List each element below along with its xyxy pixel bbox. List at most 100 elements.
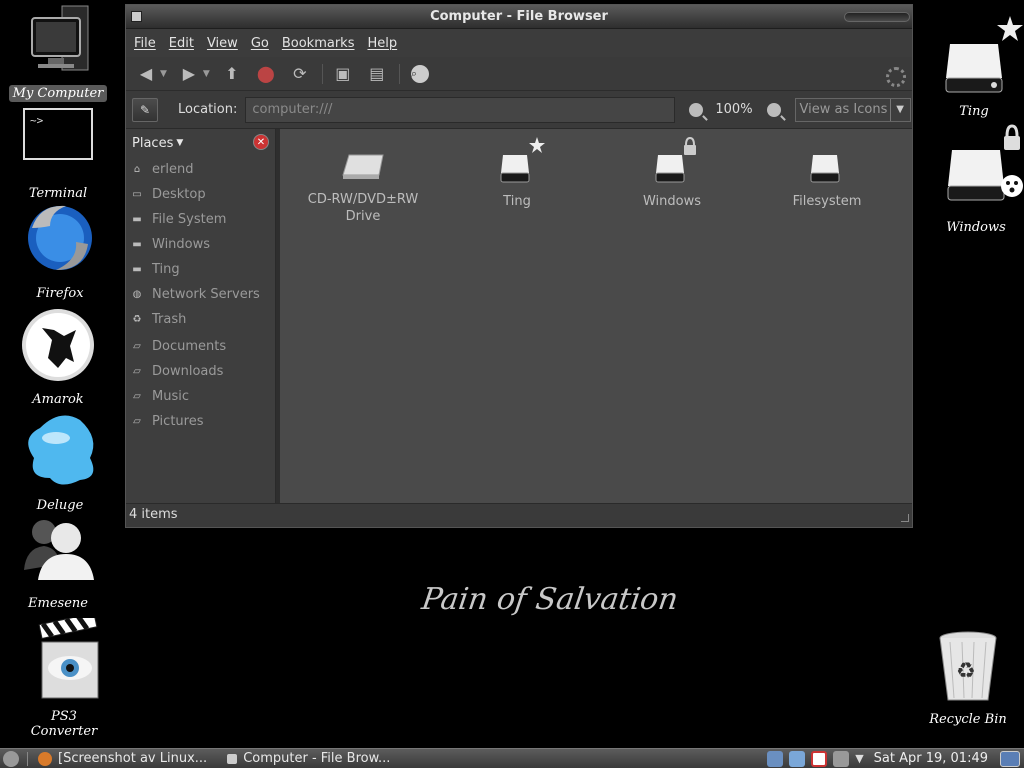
status-text: 4 items bbox=[129, 507, 178, 522]
toolbar-separator bbox=[321, 63, 323, 84]
sidebar-item-label: Trash bbox=[152, 312, 187, 327]
file-item-windows[interactable]: Windows bbox=[607, 137, 737, 210]
menu-go[interactable]: Go bbox=[251, 36, 269, 51]
file-label: CD-RW/DVD±RW Drive bbox=[307, 192, 419, 224]
computer-icon: ▤ bbox=[369, 64, 385, 83]
desktop-label: Deluge bbox=[36, 498, 84, 513]
volume-icon[interactable]: ▼ bbox=[855, 752, 863, 765]
desktop-icon-recycle-bin[interactable]: ♻ Recycle Bin bbox=[918, 628, 1018, 728]
desktop-icon-terminal[interactable]: ~> Terminal bbox=[8, 106, 108, 202]
location-input[interactable]: computer:/// bbox=[245, 96, 676, 123]
menu-bookmarks[interactable]: Bookmarks bbox=[282, 36, 355, 51]
toolbar: ◀ ▼ ▶ ▼ ⬆ ⬤ ⟳ ▣ ▤ ⌕ bbox=[126, 57, 912, 91]
stop-icon: ⬤ bbox=[256, 64, 275, 83]
sidebar-item-windows[interactable]: ▬ Windows bbox=[126, 232, 275, 257]
menubar: File Edit View Go Bookmarks Help bbox=[126, 29, 912, 57]
menu-view[interactable]: View bbox=[207, 36, 238, 51]
svg-text:~>: ~> bbox=[30, 114, 44, 127]
reload-button[interactable]: ⟳ bbox=[288, 62, 312, 86]
desktop-icon-deluge[interactable]: Deluge bbox=[10, 408, 110, 514]
sidebar-item-file-system[interactable]: ▬ File System bbox=[126, 207, 275, 232]
mail-icon[interactable] bbox=[811, 750, 828, 767]
sidebar-item-network-servers[interactable]: ◍ Network Servers bbox=[126, 282, 275, 307]
drive-icon: ▬ bbox=[132, 239, 142, 250]
sidebar-item-erlend[interactable]: ⌂ erlend bbox=[126, 157, 275, 182]
zoom-out-icon[interactable] bbox=[689, 102, 704, 117]
desktop-icon-amarok[interactable]: Amarok bbox=[8, 306, 108, 408]
close-sidebar-icon[interactable]: ✕ bbox=[253, 134, 269, 150]
search-button[interactable]: ⌕ bbox=[408, 62, 432, 86]
menu-edit[interactable]: Edit bbox=[169, 36, 194, 51]
file-label: Windows bbox=[642, 194, 702, 209]
taskbar-item-file-browser[interactable]: Computer - File Brow... bbox=[223, 750, 394, 768]
desktop-icon-firefox[interactable]: Firefox bbox=[10, 198, 110, 302]
sidebar-item-pictures[interactable]: ▱ Pictures bbox=[126, 409, 275, 434]
desktop-icon-emesene[interactable]: Emesene bbox=[8, 514, 108, 612]
location-toggle-button[interactable]: ✎ bbox=[132, 97, 158, 122]
window-title: Computer - File Browser bbox=[430, 9, 608, 24]
network-icon[interactable] bbox=[833, 750, 850, 767]
taskbar-item-screenshot[interactable]: [Screenshot av Linux... bbox=[34, 750, 211, 768]
back-button[interactable]: ◀ bbox=[134, 62, 158, 86]
bird-icon[interactable] bbox=[789, 750, 806, 767]
desktop-label: Recycle Bin bbox=[929, 712, 1007, 727]
desktop-icon-my-computer[interactable]: My Computer bbox=[8, 2, 108, 102]
stop-button[interactable]: ⬤ bbox=[254, 62, 278, 86]
taskbar: [Screenshot av Linux... Computer - File … bbox=[0, 748, 1024, 768]
separator bbox=[27, 751, 28, 766]
drive-icon bbox=[655, 137, 696, 183]
chevron-down-icon: ▼ bbox=[176, 138, 184, 148]
users-icon[interactable] bbox=[767, 750, 784, 767]
sidebar-item-label: Desktop bbox=[152, 187, 206, 202]
emesene-icon bbox=[24, 520, 94, 580]
clock[interactable]: Sat Apr 19, 01:49 bbox=[874, 751, 988, 766]
file-item-ting[interactable]: Ting bbox=[452, 137, 582, 210]
back-arrow-icon: ◀ bbox=[139, 64, 153, 83]
menu-help[interactable]: Help bbox=[367, 36, 397, 51]
file-item-filesystem[interactable]: Filesystem bbox=[762, 137, 892, 210]
trash-icon: ♻ bbox=[939, 631, 997, 701]
sidebar-item-label: Music bbox=[152, 389, 189, 404]
file-label: Ting bbox=[503, 194, 531, 209]
taskbar-item-label: Computer - File Brow... bbox=[243, 751, 391, 766]
desktop-icon-windows[interactable]: Windows bbox=[926, 124, 1024, 236]
desktop-icon-ps3-converter[interactable]: PS3 Converter bbox=[14, 612, 114, 740]
zoom-in-icon[interactable] bbox=[766, 102, 781, 117]
resize-grip[interactable] bbox=[901, 514, 909, 522]
home-button[interactable]: ▣ bbox=[331, 62, 355, 86]
show-desktop-icon[interactable] bbox=[1000, 750, 1020, 767]
window-controls[interactable] bbox=[844, 12, 910, 22]
home-icon: ▣ bbox=[335, 64, 351, 83]
window-titlebar[interactable]: Computer - File Browser bbox=[126, 5, 912, 29]
drive-icon bbox=[810, 155, 840, 183]
location-label: Location: bbox=[178, 102, 238, 117]
sidebar-item-documents[interactable]: ▱ Documents bbox=[126, 334, 275, 359]
reload-icon: ⟳ bbox=[293, 64, 307, 83]
taskbar-item-label: [Screenshot av Linux... bbox=[58, 751, 208, 766]
file-item-optical-drive[interactable]: CD-RW/DVD±RW Drive bbox=[298, 149, 428, 225]
firefox-icon bbox=[28, 205, 92, 270]
clapperboard-icon bbox=[38, 612, 99, 699]
sidebar-item-desktop[interactable]: ▭ Desktop bbox=[126, 182, 275, 207]
sidebar-item-ting[interactable]: ▬ Ting bbox=[126, 257, 275, 282]
forward-button[interactable]: ▶ bbox=[177, 62, 201, 86]
file-label: Filesystem bbox=[792, 194, 862, 209]
desktop-label: PS3 Converter bbox=[30, 709, 98, 739]
sidebar-item-trash[interactable]: ♻ Trash bbox=[126, 307, 275, 332]
pencil-icon: ✎ bbox=[139, 102, 151, 117]
menu-file[interactable]: File bbox=[134, 36, 156, 51]
sidebar-item-label: Pictures bbox=[152, 414, 204, 429]
forward-history-dropdown[interactable]: ▼ bbox=[203, 69, 210, 79]
desktop-label: My Computer bbox=[8, 85, 108, 102]
sidebar-item-downloads[interactable]: ▱ Downloads bbox=[126, 359, 275, 384]
computer-button[interactable]: ▤ bbox=[365, 62, 389, 86]
sidebar-item-music[interactable]: ▱ Music bbox=[126, 384, 275, 409]
trash-icon: ♻ bbox=[132, 314, 142, 325]
view-mode-select[interactable]: View as Icons ▼ bbox=[794, 97, 911, 122]
zoom-level[interactable]: 100% bbox=[715, 102, 752, 117]
up-button[interactable]: ⬆ bbox=[220, 62, 244, 86]
back-history-dropdown[interactable]: ▼ bbox=[160, 69, 167, 79]
desktop-icon-ting[interactable]: Ting bbox=[924, 14, 1024, 120]
desktop-label: Firefox bbox=[36, 286, 84, 301]
main-menu-icon[interactable] bbox=[3, 750, 19, 767]
